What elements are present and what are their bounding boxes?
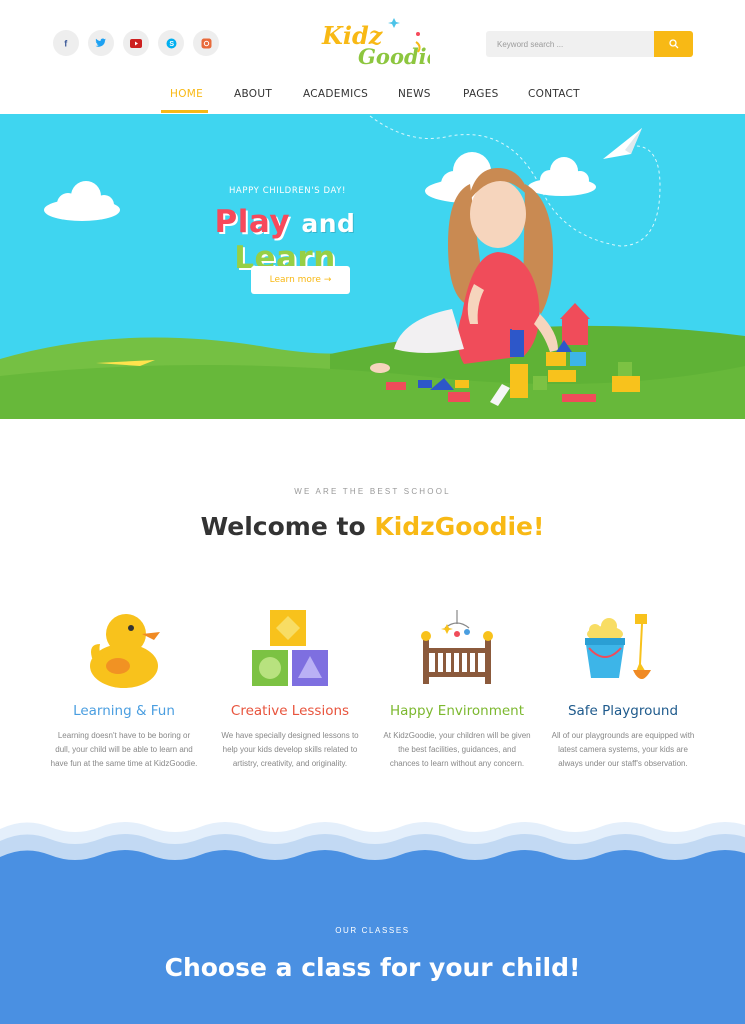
hero-kicker: HAPPY CHILDREN'S DAY!	[228, 186, 347, 196]
nav-news[interactable]: NEWS	[398, 88, 431, 100]
bucket-spade-icon	[585, 614, 651, 679]
classes-title: Choose a class for your child!	[164, 953, 581, 982]
feature-title: Learning & Fun	[73, 703, 175, 719]
classes-kicker: OUR CLASSES	[335, 926, 410, 935]
search-icon	[668, 39, 678, 49]
main-nav: HOME ABOUT ACADEMICS NEWS PAGES CONTACT	[0, 88, 745, 114]
duck-icon	[90, 614, 160, 688]
facebook-icon[interactable]: f	[53, 30, 79, 56]
feature-safe-playground: Safe Playground All of our playgrounds a…	[543, 598, 703, 771]
skype-icon[interactable]: S	[158, 30, 184, 56]
svg-text:S: S	[169, 41, 174, 48]
feature-text: All of our playgrounds are equipped with…	[551, 731, 695, 768]
learn-more-button[interactable]: Learn more →	[251, 266, 350, 294]
feature-happy-environment: Happy Environment At KidzGoodie, your ch…	[377, 598, 537, 771]
social-links: f S	[53, 30, 219, 56]
instagram-icon[interactable]	[193, 30, 219, 56]
hero-title-and: and	[301, 209, 356, 238]
youtube-icon[interactable]	[123, 30, 149, 56]
welcome-title-text: Welcome to	[200, 512, 375, 541]
feature-text: At KidzGoodie, your children will be giv…	[383, 731, 531, 768]
active-nav-indicator	[161, 110, 208, 113]
cloud-left-icon	[44, 181, 120, 221]
feature-text: Learning doesn't have to be boring or du…	[50, 731, 198, 768]
paper-plane-icon	[603, 128, 642, 159]
feature-text: We have specially designed lessons to he…	[221, 731, 359, 768]
nav-about[interactable]: ABOUT	[234, 88, 272, 100]
twitter-icon[interactable]	[88, 30, 114, 56]
hero-title-play: Play	[214, 204, 291, 240]
feature-title: Creative Lessions	[230, 703, 350, 719]
nav-academics[interactable]: ACADEMICS	[303, 88, 368, 100]
classes-section	[0, 860, 745, 1024]
search-input[interactable]	[486, 31, 654, 57]
feature-learning-fun: Learning & Fun Learning doesn't have to …	[44, 598, 204, 771]
feature-title: Safe Playground	[567, 703, 679, 719]
site-logo[interactable]: Kidz Goodie	[318, 14, 440, 72]
search-button[interactable]	[654, 31, 693, 57]
search-bar	[486, 31, 693, 57]
welcome-kicker: WE ARE THE BEST SCHOOL	[294, 487, 451, 496]
crib-icon	[421, 610, 493, 684]
nav-contact[interactable]: CONTACT	[528, 88, 580, 100]
welcome-brand: KidzGoodie!	[374, 512, 545, 541]
nav-pages[interactable]: PAGES	[463, 88, 499, 100]
nav-home[interactable]: HOME	[170, 88, 203, 100]
blocks-icon	[252, 610, 328, 686]
feature-title: Happy Environment	[389, 703, 525, 719]
welcome-title: Welcome to KidzGoodie!	[0, 512, 745, 541]
hero-banner: HAPPY CHILDREN'S DAY! Play and Learn Lea…	[0, 114, 745, 419]
feature-creative-lessons: Creative Lessions We have specially desi…	[210, 598, 370, 771]
cloud-right-icon	[528, 157, 596, 196]
svg-text:f: f	[64, 39, 68, 49]
